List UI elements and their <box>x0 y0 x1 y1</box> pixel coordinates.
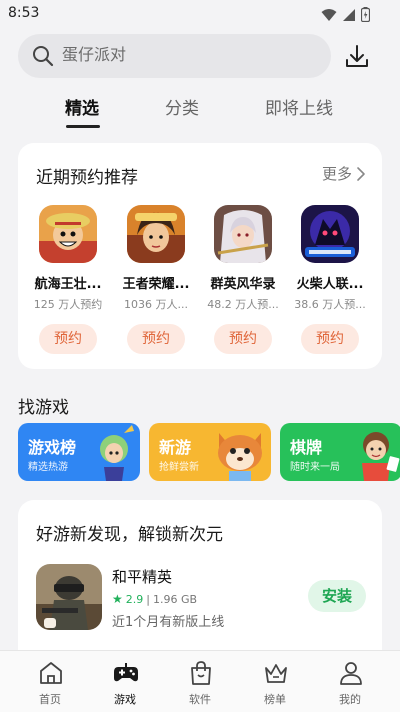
raccoon-character-icon <box>218 433 262 481</box>
one-piece-game-icon <box>39 205 97 263</box>
search-row <box>0 34 400 78</box>
battery-icon <box>361 7 370 22</box>
nav-games[interactable]: 游戏 <box>93 651 157 712</box>
game-name: 和平精英 <box>112 568 173 586</box>
app-name: 群英风华录 <box>210 277 276 292</box>
status-time: 8:53 <box>8 5 40 21</box>
search-box[interactable] <box>18 34 331 78</box>
status-icons <box>321 7 370 22</box>
app-name: 王者荣耀... <box>122 277 190 292</box>
app-name: 火柴人联... <box>296 277 364 292</box>
install-button[interactable]: 安装 <box>308 580 366 612</box>
reserve-button[interactable]: 预约 <box>301 324 359 354</box>
reserve-button[interactable]: 预约 <box>214 324 272 354</box>
search-icon <box>33 46 54 67</box>
nav-label: 游戏 <box>114 693 136 706</box>
game-list-item[interactable]: 和平精英 ★ 2.9 | 1.96 GB 近1个月有新版上线 安装 <box>36 562 366 632</box>
find-games-title: 找游戏 <box>18 398 69 418</box>
crown-icon <box>265 664 287 683</box>
reserve-button[interactable]: 预约 <box>127 324 185 354</box>
app-reservations: 1036 万人... <box>124 298 188 311</box>
nav-home[interactable]: 首页 <box>18 651 82 712</box>
honor-of-kings-icon <box>127 205 185 263</box>
peacekeeper-elite-icon <box>36 564 102 630</box>
app-reservations: 125 万人预约 <box>33 298 103 311</box>
card-subtitle: 精选热游 <box>28 462 68 473</box>
recommend-title: 近期预约推荐 <box>36 168 138 188</box>
discover-card: 好游新发现，解锁新次元 和平精英 ★ 2.9 | 1.96 GB 近1个月有新版… <box>18 500 382 670</box>
nav-label: 软件 <box>189 693 211 706</box>
home-icon <box>40 662 62 684</box>
game-update-note: 近1个月有新版上线 <box>112 615 225 630</box>
app-item[interactable]: 火柴人联... 38.6 万人预... 预约 <box>289 205 371 354</box>
download-icon <box>346 45 368 67</box>
reserve-button[interactable]: 预约 <box>39 324 97 354</box>
meta-divider: | <box>146 592 150 606</box>
nav-label: 我的 <box>339 693 361 706</box>
recommend-card: 近期预约推荐 更多 航海王壮... 125 万人预约 预约 王者荣耀... 10… <box>18 143 382 369</box>
recommend-app-list: 航海王壮... 125 万人预约 预约 王者荣耀... 1036 万人... 预… <box>18 205 382 355</box>
bottom-nav: 首页 游戏 软件 榜单 我的 <box>0 650 400 712</box>
app-name: 航海王壮... <box>34 277 102 292</box>
chevron-right-icon <box>357 166 365 181</box>
download-button[interactable] <box>342 42 372 72</box>
game-meta: ★ 2.9 | 1.96 GB <box>112 592 197 606</box>
tab-coming-soon[interactable]: 即将上线 <box>265 94 333 119</box>
nav-label: 首页 <box>39 693 61 706</box>
app-item[interactable]: 航海王壮... 125 万人预约 预约 <box>27 205 109 354</box>
star-icon: ★ <box>112 592 123 606</box>
nav-rankings[interactable]: 榜单 <box>243 651 307 712</box>
nav-profile[interactable]: 我的 <box>318 651 382 712</box>
game-ranking-card[interactable]: 游戏榜 精选热游 <box>18 423 140 481</box>
tab-indicator <box>66 125 100 128</box>
board-games-card[interactable]: 棋牌 随时来一局 <box>280 423 400 481</box>
stickman-league-icon <box>301 205 359 263</box>
new-games-card[interactable]: 新游 抢鲜尝新 <box>149 423 271 481</box>
card-title: 新游 <box>159 438 192 457</box>
status-bar: 8:53 <box>0 0 400 28</box>
gamepad-icon <box>114 663 138 682</box>
find-games-cards: 游戏榜 精选热游 新游 抢鲜尝新 棋牌 随时来一局 <box>0 423 400 483</box>
app-reservations: 38.6 万人预... <box>294 298 366 311</box>
nav-software[interactable]: 软件 <box>168 651 232 712</box>
more-link[interactable]: 更多 <box>322 163 366 184</box>
card-subtitle: 随时来一局 <box>290 462 340 473</box>
discover-title: 好游新发现，解锁新次元 <box>36 525 223 545</box>
nav-label: 榜单 <box>264 693 286 706</box>
person-icon <box>340 662 362 685</box>
card-title: 游戏榜 <box>28 438 77 457</box>
more-label: 更多 <box>321 165 352 183</box>
game-rating: 2.9 <box>125 592 144 606</box>
wifi-icon <box>321 8 337 21</box>
tab-bar: 精选 分类 即将上线 <box>0 90 400 130</box>
card-title: 棋牌 <box>290 438 323 457</box>
app-item[interactable]: 群英风华录 48.2 万人预... 预约 <box>202 205 284 354</box>
tab-categories[interactable]: 分类 <box>165 94 199 119</box>
signal-icon <box>343 8 355 21</box>
heroes-game-icon <box>214 205 272 263</box>
shopping-bag-icon <box>191 661 211 685</box>
ranking-character-icon <box>100 425 134 481</box>
tab-featured[interactable]: 精选 <box>65 94 99 119</box>
cards-character-icon <box>362 432 400 481</box>
card-subtitle: 抢鲜尝新 <box>159 462 199 473</box>
app-reservations: 48.2 万人预... <box>207 298 279 311</box>
app-item[interactable]: 王者荣耀... 1036 万人... 预约 <box>115 205 197 354</box>
search-input[interactable] <box>62 34 312 78</box>
game-size: 1.96 GB <box>152 592 198 606</box>
